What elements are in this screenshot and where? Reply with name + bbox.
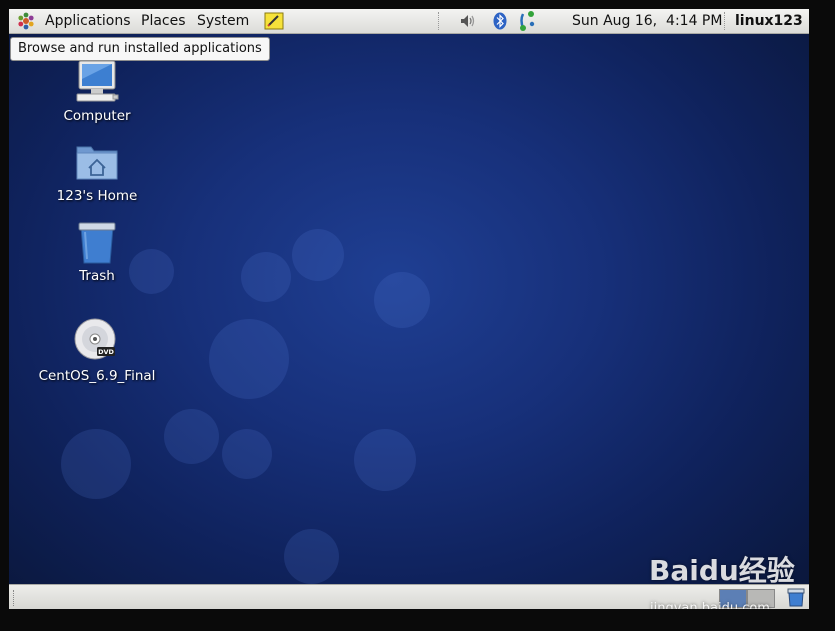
trash-applet-icon[interactable]	[786, 588, 806, 607]
background-bokeh	[241, 252, 291, 302]
background-bokeh	[374, 272, 430, 328]
background-bokeh	[209, 319, 289, 399]
user-switcher[interactable]: linux123	[732, 9, 806, 33]
background-bokeh	[61, 429, 131, 499]
applications-tooltip: Browse and run installed applications	[10, 37, 270, 61]
panel-separator	[724, 12, 727, 30]
home-folder-icon	[76, 146, 118, 180]
desktop-icon-dvd[interactable]: DVD CentOS_6.9_Final	[37, 317, 157, 384]
background-bokeh	[164, 409, 219, 464]
workspace-2[interactable]	[747, 589, 775, 608]
desktop-icon-home[interactable]: 123's Home	[37, 137, 157, 204]
panel-separator	[438, 12, 441, 30]
bottom-panel	[9, 584, 809, 609]
system-menu[interactable]: System	[194, 9, 252, 33]
desktop-icon-computer[interactable]: Computer	[37, 57, 157, 124]
desktop-icon-label: 123's Home	[56, 188, 138, 204]
background-bokeh	[292, 229, 344, 281]
panel-handle[interactable]	[13, 590, 17, 606]
computer-icon	[76, 60, 119, 102]
sticky-notes-icon[interactable]	[264, 12, 284, 30]
gnome-foot-icon[interactable]	[17, 12, 35, 30]
background-bokeh	[222, 429, 272, 479]
volume-icon[interactable]	[460, 13, 476, 29]
places-menu[interactable]: Places	[138, 9, 189, 33]
baidu-watermark: Baidu经验	[649, 554, 795, 587]
bluetooth-icon[interactable]	[493, 12, 507, 30]
desktop-icon-label: CentOS_6.9_Final	[38, 368, 156, 384]
network-icon[interactable]	[517, 10, 537, 32]
clock[interactable]: Sun Aug 16, 4:14 PM	[569, 9, 725, 33]
background-bokeh	[354, 429, 416, 491]
desktop-icon-trash[interactable]: Trash	[37, 217, 157, 284]
background-bokeh	[284, 529, 339, 584]
applications-menu[interactable]: Applications	[42, 9, 134, 33]
svg-text:DVD: DVD	[98, 348, 114, 356]
trash-icon	[78, 222, 116, 264]
dvd-icon: DVD	[74, 318, 116, 360]
desktop-icon-label: Trash	[79, 268, 115, 284]
top-panel: Applications Places System Sun Aug 16, 4…	[9, 9, 809, 34]
workspace-1[interactable]	[719, 589, 747, 608]
desktop-icon-label: Computer	[63, 108, 131, 124]
desktop-screen: Applications Places System Sun Aug 16, 4…	[9, 9, 809, 609]
